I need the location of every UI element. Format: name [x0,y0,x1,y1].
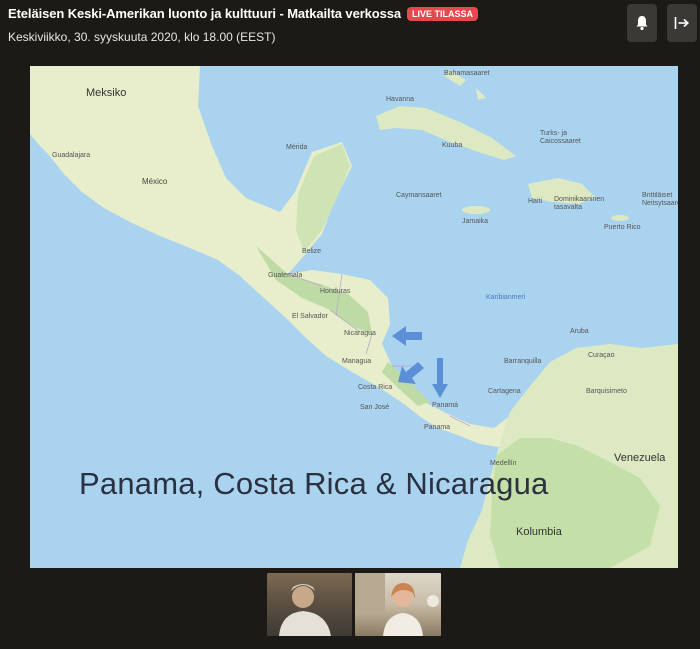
title-row: Eteläisen Keski-Amerikan luonto ja kultt… [8,6,479,21]
slide-caption: Panama, Costa Rica & Nicaragua [79,466,549,501]
map-label-dominikaaninen: Dominikaaninen tasavalta [554,196,605,211]
map-label-kolumbia: Kolumbia [516,526,562,538]
map-label-guatemala: Guatemala [268,272,303,279]
map-label-mexico: México [142,177,168,186]
participant-video-1[interactable] [267,573,352,636]
map-label-panama: Panama [424,424,451,431]
map-label-kuuba: Kuuba [442,142,463,149]
arrow-down [432,358,448,398]
map-label-san-jose: San José [360,404,390,411]
live-badge: LIVE TILASSA [407,6,479,21]
map-label-cartagena: Cartagena [488,388,521,395]
leave-button[interactable] [667,4,697,42]
map-label-panama-region: Panamá [432,402,459,409]
map-label-honduras: Honduras [320,288,351,295]
map-label-curacao: Curaçao [588,352,615,359]
map-label-caymansaaret: Caymansaaret [396,192,442,199]
map-label-costa-rica: Costa Rica [358,384,393,391]
map-label-meksiko: Meksiko [86,87,127,99]
participant-2-silhouette [355,573,439,636]
exit-icon [674,17,689,29]
event-title: Eteläisen Keski-Amerikan luonto ja kultt… [8,6,402,21]
bell-icon [636,16,648,31]
map-label-bahamasaaret: Bahamasaaret [444,70,490,77]
map-label-haiti: Haiti [528,198,543,205]
map-label-havanna: Havanna [386,96,415,103]
map-label-venezuela: Venezuela [614,452,666,464]
event-header: Eteläisen Keski-Amerikan luonto ja kultt… [0,0,700,52]
map-label-jamaika: Jamaika [462,218,489,225]
map-label-managua: Managua [342,358,372,365]
map-label-guadalajara: Guadalajara [52,152,91,159]
cuba [376,106,516,160]
jamaica [462,206,490,214]
map-label-barranquilla: Barranquilla [504,358,542,365]
puerto-rico [611,215,629,221]
event-datetime: Keskiviikko, 30. syyskuuta 2020, klo 18.… [8,30,276,44]
arrow-left [392,326,422,346]
yucatan [296,144,350,252]
map-label-brittilaiset: Brittiläiset Neitsytsaaret [642,192,678,207]
notifications-button[interactable] [627,4,657,42]
participant-1-silhouette [279,584,331,636]
map-label-merida: Mérida [286,144,308,151]
participant-thumbnails [267,573,441,636]
map-label-barquisimeto: Barquisimeto [586,388,627,395]
map-label-puerto-rico: Puerto Rico [604,224,641,231]
map-label-el-salvador: El Salvador [292,313,328,320]
map-label-belize: Belize [302,248,322,255]
map-label-aruba: Aruba [570,328,589,335]
map-label-turks: Turks- ja Caicossaaret [540,130,581,145]
map-label-nicaragua: Nicaragua [344,330,376,337]
presentation-slide: Meksiko México Guadalajara Mérida Belize… [30,66,678,568]
arrow-diagonal [398,362,424,384]
participant-video-2[interactable] [355,573,441,636]
map-label-karibianmeri: Karibianmeri [486,294,526,301]
